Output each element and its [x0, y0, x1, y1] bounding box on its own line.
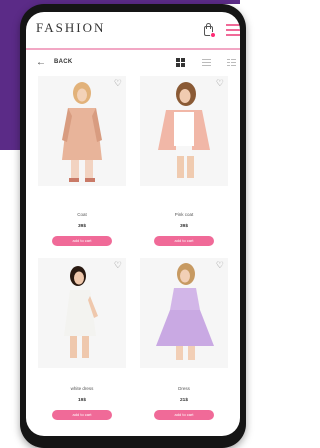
- detail-view-icon[interactable]: [227, 59, 236, 67]
- product-name: white dress: [70, 386, 94, 391]
- back-button[interactable]: BACK: [54, 59, 73, 65]
- app-header: FASHION: [26, 12, 240, 50]
- product-photo[interactable]: ♡: [38, 76, 126, 186]
- product-price: 21$: [179, 398, 188, 403]
- favorite-heart-icon[interactable]: ♡: [216, 261, 224, 270]
- product-price: 39$: [77, 224, 86, 229]
- favorite-heart-icon[interactable]: ♡: [216, 79, 224, 88]
- app-screen: FASHION ← BACK ♡ Coat 39$ add to cart ♡ …: [26, 12, 240, 436]
- product-name: Dress: [178, 386, 190, 391]
- brand-logo[interactable]: FASHION: [36, 20, 105, 36]
- product-name: Pink coat: [174, 212, 194, 217]
- grid-view-icon[interactable]: [176, 58, 185, 67]
- toolbar: ← BACK: [26, 52, 240, 74]
- product-price: 39$: [179, 224, 188, 229]
- product-card[interactable]: ♡ Pink coat 39$ add to cart: [140, 76, 228, 256]
- shopping-bag-icon[interactable]: [202, 22, 216, 38]
- cart-badge: [210, 32, 216, 38]
- favorite-heart-icon[interactable]: ♡: [114, 79, 122, 88]
- product-name: Coat: [77, 212, 87, 217]
- product-card[interactable]: ♡ Dress 21$ add to cart: [140, 258, 228, 436]
- product-price: 19$: [77, 398, 86, 403]
- add-to-cart-button[interactable]: add to cart: [52, 236, 112, 246]
- favorite-heart-icon[interactable]: ♡: [114, 261, 122, 270]
- product-card[interactable]: ♡ Coat 39$ add to cart: [38, 76, 126, 256]
- phone-frame: FASHION ← BACK ♡ Coat 39$ add to cart ♡ …: [20, 4, 246, 448]
- add-to-cart-button[interactable]: add to cart: [154, 410, 214, 420]
- list-view-icon[interactable]: [202, 59, 211, 67]
- back-arrow-icon[interactable]: ←: [36, 58, 46, 68]
- add-to-cart-button[interactable]: add to cart: [154, 236, 214, 246]
- product-photo[interactable]: ♡: [38, 258, 126, 368]
- hamburger-menu-icon[interactable]: [226, 24, 240, 36]
- add-to-cart-button[interactable]: add to cart: [52, 410, 112, 420]
- product-photo[interactable]: ♡: [140, 76, 228, 186]
- product-card[interactable]: ♡ white dress 19$ add to cart: [38, 258, 126, 436]
- product-photo[interactable]: ♡: [140, 258, 228, 368]
